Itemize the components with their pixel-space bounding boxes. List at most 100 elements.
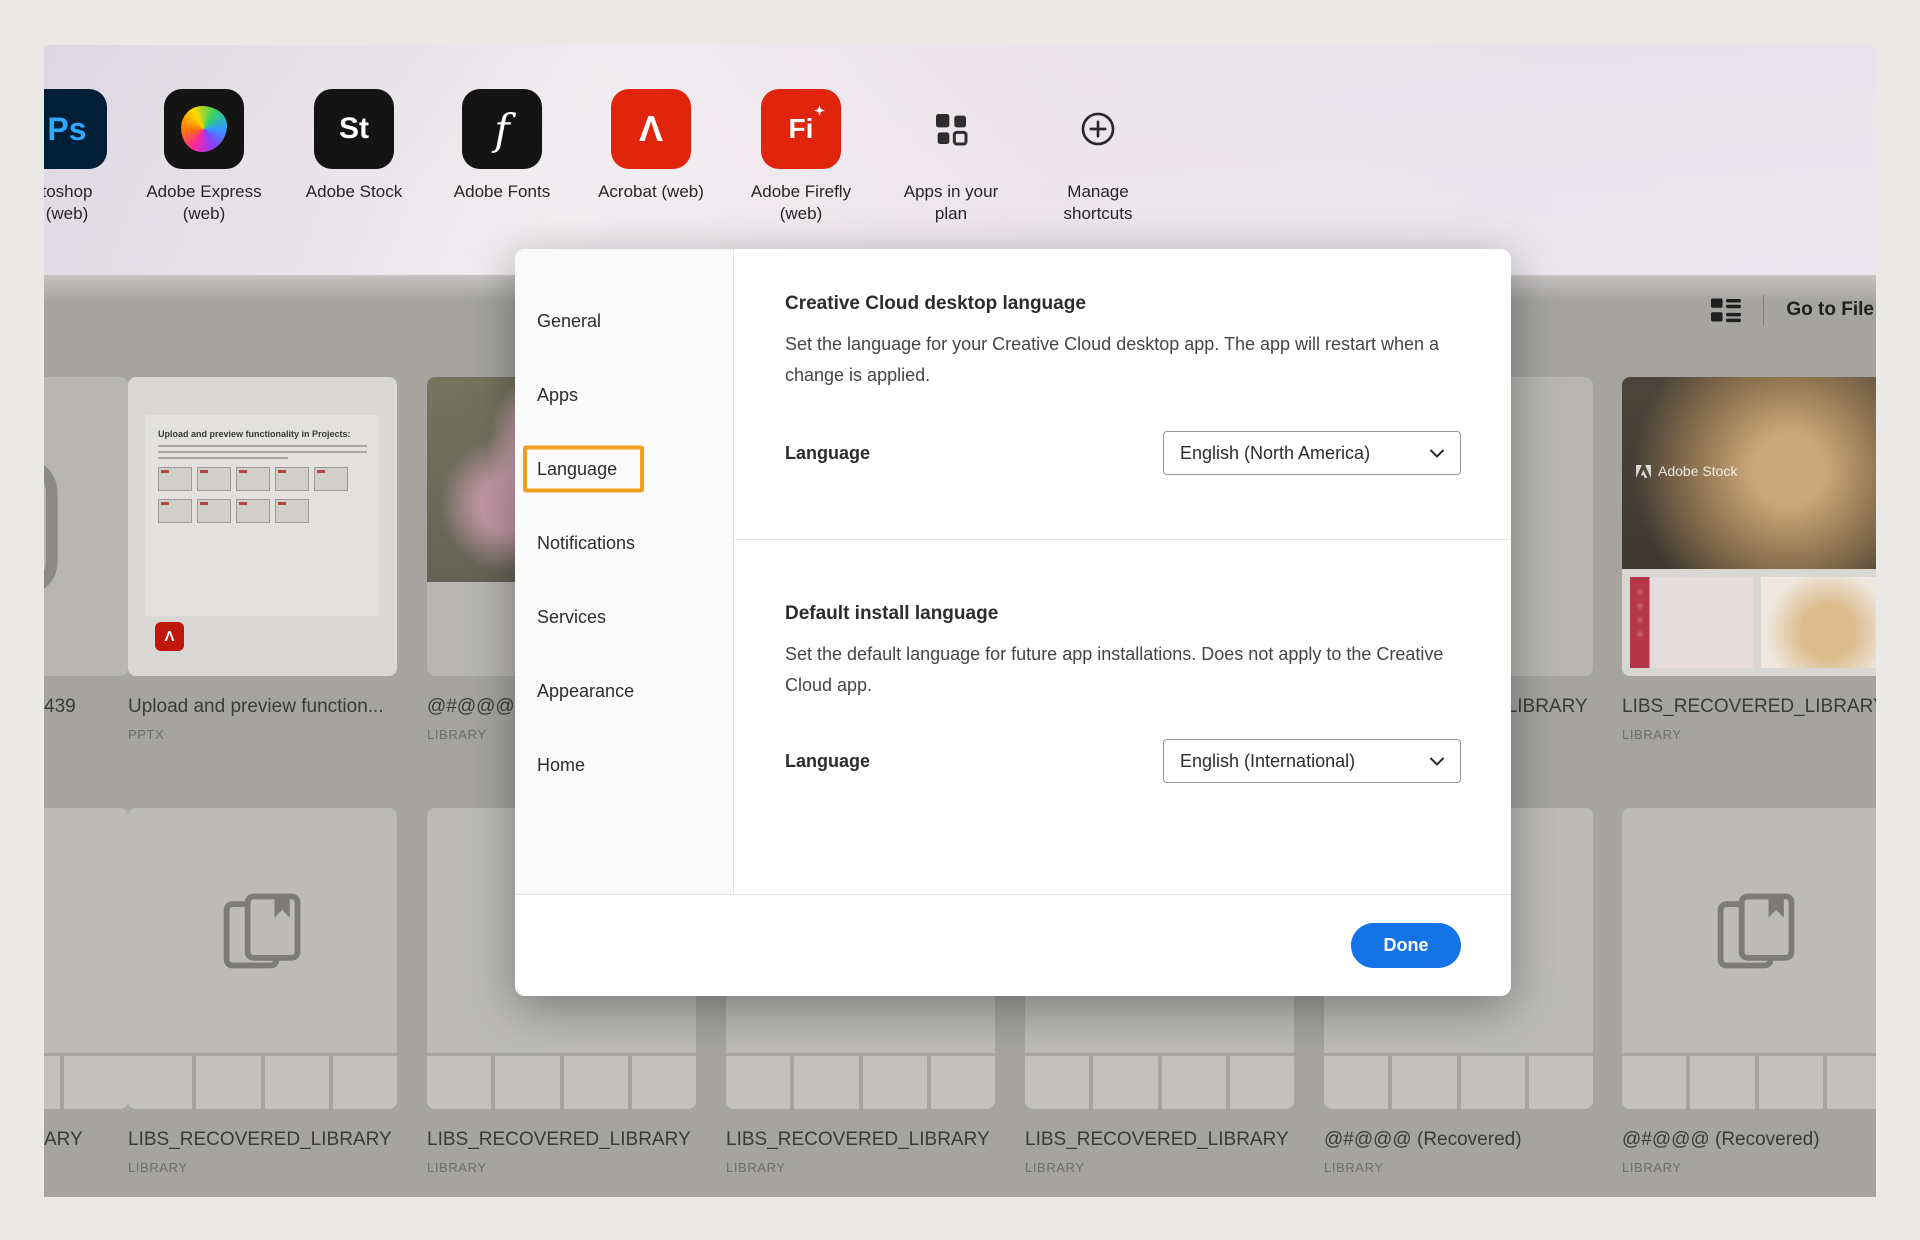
card-subtitle: LIBRARY bbox=[128, 1160, 397, 1175]
card-subtitle: LIBRARY bbox=[1025, 1160, 1294, 1175]
app-shortcut-manage-shortcuts[interactable]: Manage shortcuts bbox=[1023, 89, 1173, 225]
firefly-icon-label: Fi bbox=[789, 113, 814, 144]
section-title-desktop-language: Creative Cloud desktop language bbox=[785, 293, 1461, 315]
card-title: ARY bbox=[44, 1129, 128, 1151]
card-title: LIBS_RECOVERED_LIBRARY bbox=[1025, 1129, 1294, 1151]
fonts-icon-label: f bbox=[494, 105, 510, 154]
library-card[interactable]: LIBS_RECOVERED_LIBRARY LIBRARY bbox=[128, 808, 397, 1175]
firefly-star-icon bbox=[814, 105, 825, 116]
library-thumbnail: Upload and preview functionality in Proj… bbox=[128, 377, 397, 676]
card-title: LIBS_RECOVERED_LIBRARY bbox=[427, 1129, 696, 1151]
ui-screenshot-thumb bbox=[1630, 577, 1753, 668]
empty-library-icon bbox=[44, 452, 64, 602]
stacked-pages-icon bbox=[217, 885, 309, 977]
go-to-file-link[interactable]: Go to File bbox=[1786, 299, 1876, 321]
chevron-down-icon bbox=[1430, 449, 1444, 458]
sidebar-item-appearance[interactable]: Appearance bbox=[515, 654, 733, 728]
preview-heading: Upload and preview functionality in Proj… bbox=[158, 429, 367, 439]
card-subtitle: LIBRARY bbox=[726, 1160, 995, 1175]
card-subtitle: PPTX bbox=[128, 727, 397, 742]
section-title-install-language: Default install language bbox=[785, 603, 1461, 625]
language-label: Language bbox=[785, 443, 870, 464]
install-language-dropdown[interactable]: English (International) bbox=[1163, 739, 1461, 783]
sidebar-item-home[interactable]: Home bbox=[515, 728, 733, 802]
sidebar-item-apps[interactable]: Apps bbox=[515, 358, 733, 432]
done-button[interactable]: Done bbox=[1351, 923, 1461, 968]
section-description: Set the default language for future app … bbox=[785, 639, 1455, 701]
creative-cloud-app: Ps toshop (web) Adobe Express (web) St A… bbox=[0, 0, 1920, 1240]
stacked-pages-icon bbox=[1711, 885, 1803, 977]
view-options-icon[interactable] bbox=[1711, 297, 1741, 323]
app-shortcut-adobe-stock[interactable]: St Adobe Stock bbox=[279, 89, 429, 203]
library-thumbnail bbox=[44, 377, 128, 676]
library-sub-thumbnails bbox=[1622, 569, 1876, 676]
dropdown-value: English (International) bbox=[1180, 751, 1355, 772]
app-shortcut-photoshop-web[interactable]: Ps toshop (web) bbox=[44, 89, 142, 225]
adobe-logo-icon bbox=[1636, 465, 1651, 478]
card-title: LIBS_RECOVERED_LIBRARY bbox=[1622, 696, 1876, 718]
photoshop-icon-label: Ps bbox=[47, 111, 86, 148]
stock-icon-label: St bbox=[339, 112, 369, 146]
express-gradient-blob-icon bbox=[181, 106, 227, 152]
app-shortcut-label: toshop (web) bbox=[44, 181, 142, 225]
app-shortcut-label: Adobe Stock bbox=[279, 181, 429, 203]
language-label: Language bbox=[785, 751, 870, 772]
card-title: @#@@@ (Recovered) bbox=[1324, 1129, 1593, 1151]
library-thumbnail bbox=[128, 808, 397, 1109]
desktop-language-dropdown[interactable]: English (North America) bbox=[1163, 431, 1461, 475]
plus-circle-icon bbox=[1079, 110, 1117, 148]
card-subtitle: LIBRARY bbox=[1622, 1160, 1876, 1175]
app-shortcut-adobe-express[interactable]: Adobe Express (web) bbox=[129, 89, 279, 225]
adobe-firefly-icon: Fi bbox=[761, 89, 841, 169]
app-shortcut-apps-in-plan[interactable]: Apps in your plan bbox=[876, 89, 1026, 225]
adobe-fonts-icon: f bbox=[462, 89, 542, 169]
library-card-cut-left[interactable]: ARY bbox=[44, 808, 128, 1151]
app-window: Ps toshop (web) Adobe Express (web) St A… bbox=[44, 45, 1876, 1197]
photoshop-icon: Ps bbox=[44, 89, 107, 169]
section-description: Set the language for your Creative Cloud… bbox=[785, 329, 1455, 391]
adobe-express-icon bbox=[164, 89, 244, 169]
card-title: LIBS_RECOVERED_LIBRARY bbox=[726, 1129, 995, 1151]
library-toolbar: Go to File bbox=[1711, 293, 1876, 327]
adobe-stock-icon: St bbox=[314, 89, 394, 169]
sidebar-item-language[interactable]: Language bbox=[515, 432, 733, 506]
card-subtitle: LIBRARY bbox=[1622, 727, 1876, 742]
sidebar-item-notifications[interactable]: Notifications bbox=[515, 506, 733, 580]
app-shortcut-adobe-firefly[interactable]: Fi Adobe Firefly (web) bbox=[726, 89, 876, 225]
chevron-down-icon bbox=[1430, 757, 1444, 766]
sidebar-item-services[interactable]: Services bbox=[515, 580, 733, 654]
lion-stock-photo: Adobe Stock bbox=[1622, 377, 1876, 569]
document-preview: Upload and preview functionality in Proj… bbox=[146, 415, 379, 616]
library-card-upload-preview[interactable]: Upload and preview functionality in Proj… bbox=[128, 377, 397, 742]
app-shortcut-label: Manage shortcuts bbox=[1023, 181, 1173, 225]
card-subtitle: LIBRARY bbox=[1324, 1160, 1593, 1175]
card-title: 439 bbox=[44, 696, 128, 718]
library-card[interactable]: @#@@@ (Recovered) LIBRARY bbox=[1622, 808, 1876, 1175]
app-shortcut-label: Acrobat (web) bbox=[576, 181, 726, 203]
settings-dialog: General Apps Language Notifications Serv… bbox=[515, 249, 1511, 996]
install-language-field: Language English (International) bbox=[785, 739, 1461, 783]
sidebar-item-general[interactable]: General bbox=[515, 284, 733, 358]
desktop-language-field: Language English (North America) bbox=[785, 431, 1461, 475]
library-thumbnail bbox=[44, 808, 128, 1109]
app-shortcut-label: Adobe Firefly (web) bbox=[726, 181, 876, 225]
app-shortcut-adobe-fonts[interactable]: f Adobe Fonts bbox=[427, 89, 577, 203]
adobe-stock-watermark: Adobe Stock bbox=[1636, 463, 1737, 479]
library-thumbnail bbox=[1622, 808, 1876, 1109]
plus-circle-icon bbox=[1058, 89, 1138, 169]
kitten-photo-thumb bbox=[1761, 577, 1877, 668]
apps-grid-icon bbox=[931, 109, 971, 149]
settings-sidebar: General Apps Language Notifications Serv… bbox=[515, 249, 734, 894]
app-shortcut-label: Apps in your plan bbox=[876, 181, 1026, 225]
section-divider bbox=[735, 539, 1511, 540]
library-card-lion[interactable]: Adobe Stock LIBS_RECOVERED_LIBRARY LIBRA… bbox=[1622, 377, 1876, 742]
card-title: LIBS_RECOVERED_LIBRARY bbox=[128, 1129, 397, 1151]
app-shortcut-acrobat-web[interactable]: Λ Acrobat (web) bbox=[576, 89, 726, 203]
library-card-cut-left[interactable]: 439 bbox=[44, 377, 128, 718]
dialog-footer: Done bbox=[515, 894, 1511, 996]
apps-grid-icon bbox=[911, 89, 991, 169]
app-shortcuts-header: Ps toshop (web) Adobe Express (web) St A… bbox=[44, 45, 1876, 275]
settings-content: Creative Cloud desktop language Set the … bbox=[735, 249, 1511, 894]
card-title: Upload and preview function... bbox=[128, 696, 397, 718]
dropdown-value: English (North America) bbox=[1180, 443, 1370, 464]
